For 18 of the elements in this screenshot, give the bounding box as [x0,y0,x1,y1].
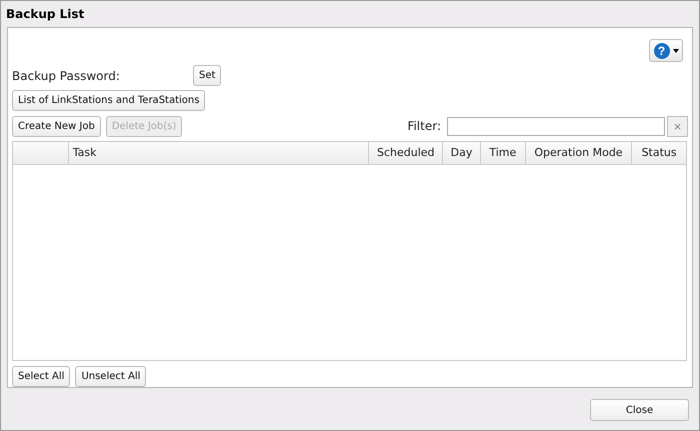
column-header[interactable]: Status [632,142,686,164]
column-header[interactable]: Operation Mode [526,142,632,164]
set-button[interactable]: Set [193,65,222,86]
window-title: Backup List [5,6,86,23]
stations-list-button[interactable]: List of LinkStations and TeraStations [12,90,206,111]
help-menu-button[interactable]: ? [649,39,683,62]
filter-field[interactable] [447,116,665,136]
selection-button[interactable]: Select All [12,366,70,387]
close-button[interactable]: Close [590,399,689,421]
job-button[interactable]: Create New Job [12,116,101,137]
column-header[interactable]: Task [68,142,370,164]
password-label: Backup Password: [12,68,121,83]
filter-label: Filter: [407,119,441,134]
column-header[interactable]: Day [443,142,481,164]
selection-button[interactable]: Unselect All [75,366,146,387]
caret-icon [672,48,678,52]
column-header[interactable]: Time [480,142,526,164]
column-header[interactable]: Scheduled [369,142,444,164]
